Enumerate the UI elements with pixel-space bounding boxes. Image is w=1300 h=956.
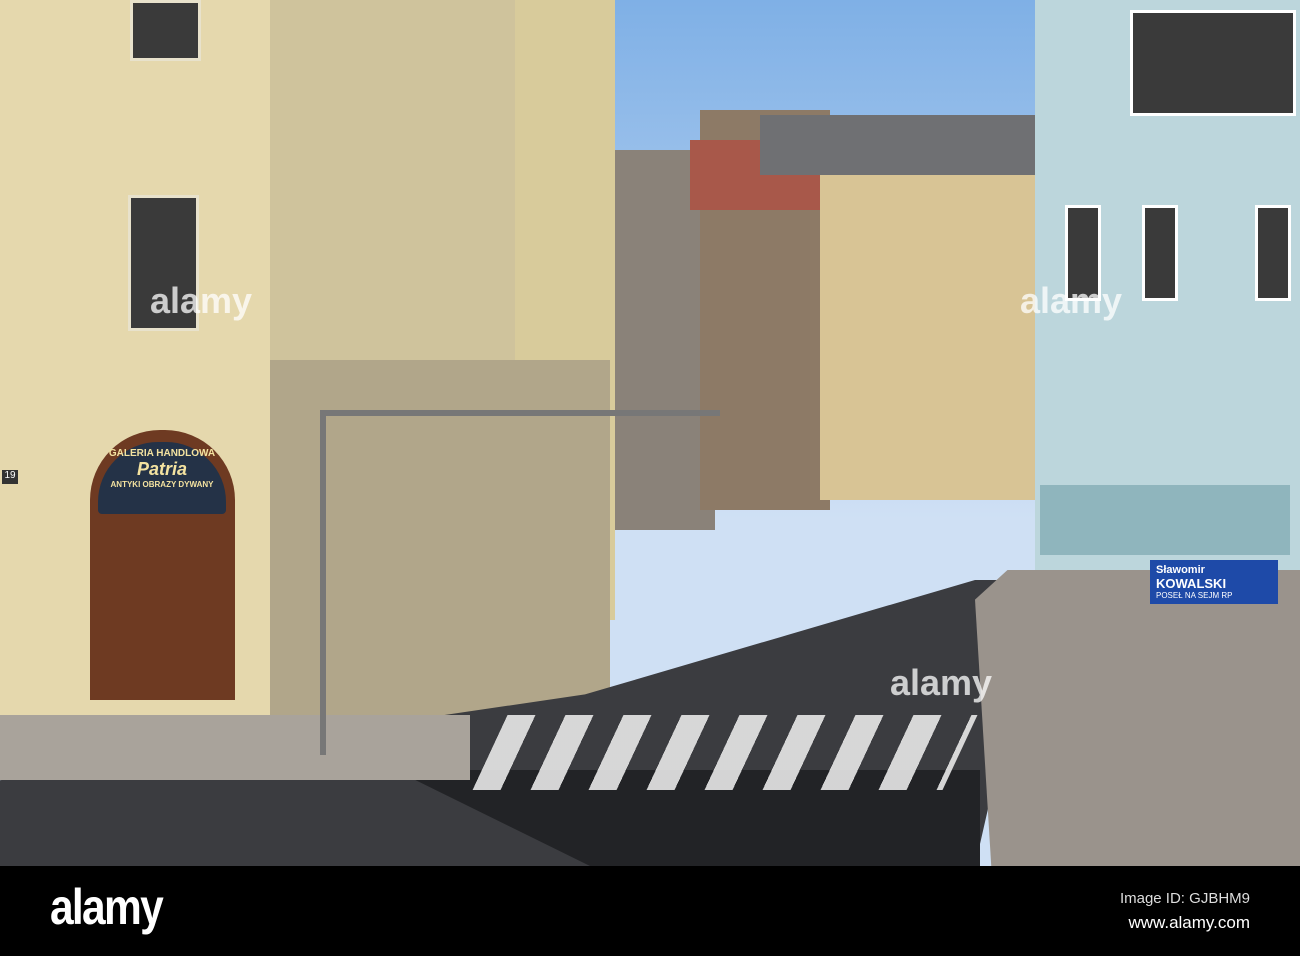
traffic-light-arm [320, 410, 720, 416]
campaign-sign: Sławomir KOWALSKI POSEŁ NA SEJM RP [1150, 560, 1278, 604]
crosswalk [472, 715, 978, 790]
image-id: Image ID: GJBHM9 [1119, 890, 1250, 907]
campaign-name: Sławomir [1156, 564, 1205, 576]
shop-sign: GALERIA HANDLOWA Patria ANTYKI OBRAZY DY… [98, 442, 226, 514]
grey-roof [760, 115, 1035, 175]
right-building-base [1040, 485, 1290, 555]
house-number: 19 [2, 470, 18, 484]
window [130, 0, 201, 61]
window [1130, 10, 1296, 116]
campaign-subtitle: POSEŁ NA SEJM RP [1156, 591, 1233, 600]
shop-sign-line3: ANTYKI OBRAZY DYWANY [110, 480, 214, 489]
traffic-light-pole [320, 410, 326, 755]
street-photo: GALERIA HANDLOWA Patria ANTYKI OBRAZY DY… [0, 0, 1300, 866]
footer-bar [0, 866, 1300, 956]
alamy-logo: alamy [50, 879, 164, 935]
site-url: www.alamy.com [1128, 913, 1250, 932]
window [1142, 205, 1178, 301]
campaign-surname: KOWALSKI [1156, 576, 1227, 591]
right-sidewalk [975, 570, 1300, 866]
shop-sign-line1: GALERIA HANDLOWA [108, 448, 216, 459]
watermark: alamy [1020, 280, 1123, 321]
watermark: alamy [890, 662, 993, 703]
left-sidewalk [0, 715, 470, 780]
shop-sign-line2: Patria [136, 459, 188, 479]
window [1255, 205, 1291, 301]
watermark: alamy [150, 280, 253, 321]
yellow-building [820, 120, 1035, 500]
